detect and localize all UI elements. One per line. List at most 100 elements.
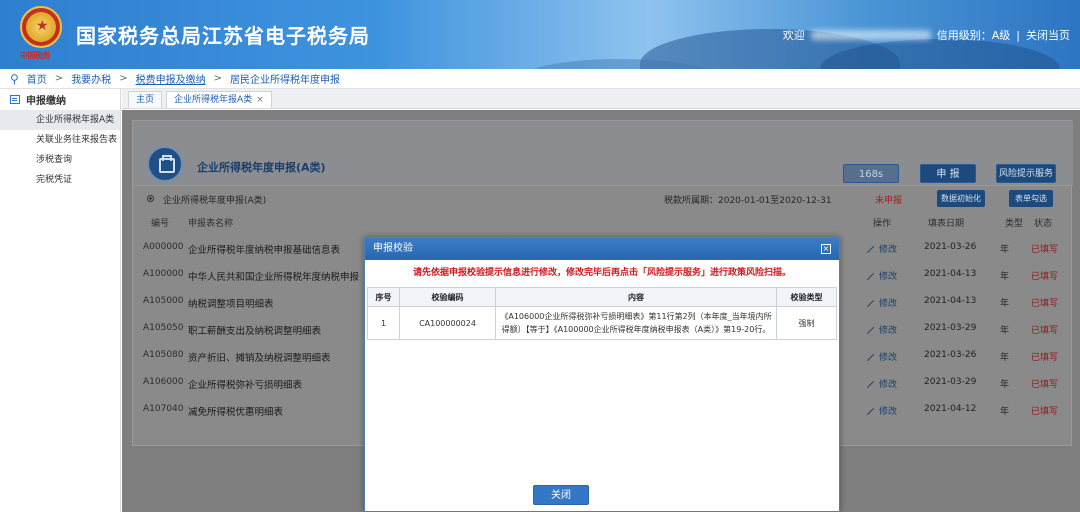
- row-type: 年: [1000, 299, 1010, 309]
- edit-label: 修改: [879, 380, 898, 390]
- row-date: 2021-03-29: [924, 377, 977, 387]
- risk-alert-service-button[interactable]: 风险提示服务: [996, 164, 1056, 183]
- dialog-message: 请先依据申报校验提示信息进行修改，修改完毕后再点击「风险提示服务」进行政策风险扫…: [412, 268, 791, 278]
- sidebar-item-annual-a[interactable]: 企业所得税年报A类: [0, 110, 120, 130]
- tab-label: 企业所得税年报A类: [174, 95, 253, 105]
- row-date: 2021-04-13: [924, 296, 977, 306]
- declare-button[interactable]: 申 报: [920, 164, 976, 183]
- row-type: 年: [1000, 272, 1010, 282]
- row-type: 年: [1000, 407, 1010, 417]
- breadcrumb-declare-pay[interactable]: 税费申报及缴纳: [136, 71, 206, 86]
- row-type: 年: [1000, 380, 1010, 390]
- validation-content: 《A106000企业所得税弥补亏损明细表》第11行第2列（本年度_当年境内所得额…: [495, 306, 777, 340]
- breadcrumb-home[interactable]: 首页: [27, 71, 47, 86]
- col-type: 校验类型: [776, 287, 837, 307]
- row-status: 已填写: [1031, 299, 1059, 309]
- sidebar-item-tax-certificate[interactable]: 完税凭证: [0, 170, 120, 190]
- col-no: 序号: [367, 287, 400, 307]
- welcome-text: 欢迎: [782, 29, 805, 42]
- tax-period: 税款所属期：2020-01-01至2020-12-31: [664, 196, 832, 206]
- row-name[interactable]: 企业所得税弥补亏损明细表: [188, 377, 302, 391]
- column-header-type: 类型: [1005, 219, 1024, 229]
- row-code: A107040: [143, 404, 184, 414]
- data-init-button[interactable]: 数据初始化: [937, 190, 985, 207]
- header-separator: |: [1016, 28, 1020, 42]
- row-edit-link[interactable]: 修改: [866, 377, 897, 390]
- column-header-status: 状态: [1034, 219, 1053, 229]
- pencil-icon: [866, 245, 875, 254]
- close-page-link[interactable]: 关闭当页: [1026, 27, 1070, 43]
- row-edit-link[interactable]: 修改: [866, 323, 897, 336]
- tab-home[interactable]: 主页: [128, 91, 163, 108]
- row-name[interactable]: 纳税调整项目明细表: [188, 296, 274, 310]
- validation-type: 强制: [776, 306, 837, 340]
- table-header: 编号 申报表名称 操作 填表日期 类型 状态: [133, 212, 1073, 230]
- list-icon: [10, 95, 20, 104]
- pencil-icon: [866, 326, 875, 335]
- row-date: 2021-04-12: [924, 404, 977, 414]
- row-date: 2021-03-29: [924, 323, 977, 333]
- row-name[interactable]: 减免所得税优惠明细表: [188, 404, 283, 418]
- col-content: 内容: [495, 287, 777, 307]
- form-type-label: 企业所得税年度申报(A类): [163, 196, 267, 206]
- breadcrumb-tax-handling[interactable]: 我要办税: [71, 71, 111, 86]
- col-code: 校验编码: [399, 287, 496, 307]
- site-title: 国家税务总局江苏省电子税务局: [76, 24, 370, 48]
- site-header: ★ 中国税务 国家税务总局江苏省电子税务局 欢迎 信用级别：A级 | 关闭当页: [0, 0, 1080, 69]
- breadcrumb-current: 居民企业所得税年度申报: [229, 75, 340, 86]
- pencil-icon: [866, 407, 875, 416]
- edit-label: 修改: [879, 299, 898, 309]
- row-edit-link[interactable]: 修改: [866, 242, 897, 255]
- sidebar-header[interactable]: 申报缴纳: [0, 89, 120, 110]
- row-status: 已填写: [1031, 380, 1059, 390]
- column-header-code: 编号: [151, 219, 170, 229]
- breadcrumb-separator: >: [119, 73, 128, 84]
- row-edit-link[interactable]: 修改: [866, 269, 897, 282]
- row-code: A105000: [143, 296, 184, 306]
- form-select-button[interactable]: 表单勾选: [1009, 190, 1053, 207]
- breadcrumb-separator: >: [54, 73, 64, 84]
- row-name[interactable]: 职工薪酬支出及纳税调整明细表: [188, 323, 321, 337]
- panel-header: 企业所得税年度申报(A类) 168s 申 报 风险提示服务: [133, 121, 1073, 186]
- close-icon[interactable]: ×: [821, 244, 831, 254]
- row-status: 已填写: [1031, 326, 1059, 336]
- countdown-timer: 168s: [843, 164, 899, 183]
- row-edit-link[interactable]: 修改: [866, 296, 897, 309]
- row-date: 2021-03-26: [924, 350, 977, 360]
- edit-label: 修改: [879, 272, 898, 282]
- tab-close-icon[interactable]: ×: [256, 95, 264, 105]
- row-status: 已填写: [1031, 245, 1059, 255]
- emblem-caption: 中国税务: [20, 51, 51, 60]
- validation-no: 1: [367, 306, 400, 340]
- validation-dialog: 申报校验 × 请先依据申报校验提示信息进行修改，修改完毕后再点击「风险提示服务」…: [364, 237, 840, 512]
- dialog-close-button[interactable]: 关闭: [533, 485, 589, 505]
- username-redacted: [810, 30, 931, 40]
- row-code: A100000: [143, 269, 184, 279]
- row-edit-link[interactable]: 修改: [866, 404, 897, 417]
- row-type: 年: [1000, 245, 1010, 255]
- row-type: 年: [1000, 326, 1010, 336]
- sidebar-item-related-party[interactable]: 关联业务往来报告表: [0, 130, 120, 150]
- edit-label: 修改: [879, 407, 898, 417]
- row-date: 2021-03-26: [924, 242, 977, 252]
- row-edit-link[interactable]: 修改: [866, 350, 897, 363]
- edit-label: 修改: [879, 245, 898, 255]
- row-name[interactable]: 资产折旧、摊销及纳税调整明细表: [188, 350, 331, 364]
- sidebar-item-tax-query[interactable]: 涉税查询: [0, 150, 120, 170]
- location-pin-icon: ⚲: [10, 71, 19, 86]
- row-status: 已填写: [1031, 272, 1059, 282]
- column-header-action: 操作: [873, 219, 892, 229]
- sidebar-title: 申报缴纳: [26, 96, 66, 107]
- tab-annual-a[interactable]: 企业所得税年报A类 ×: [166, 91, 272, 108]
- sidebar: 申报缴纳 企业所得税年报A类 关联业务往来报告表 涉税查询 完税凭证: [0, 89, 121, 512]
- user-bar: 欢迎 信用级别：A级 | 关闭当页: [783, 27, 1070, 43]
- validation-table-header: 序号 校验编码 内容 校验类型: [367, 287, 837, 307]
- pencil-icon: [866, 272, 875, 281]
- briefcase-icon: [147, 146, 183, 182]
- row-name[interactable]: 中华人民共和国企业所得税年度纳税申报: [188, 269, 359, 283]
- credit-level: 信用级别：A级: [936, 29, 1011, 42]
- form-type-radio[interactable]: [147, 195, 154, 202]
- row-type: 年: [1000, 353, 1010, 363]
- row-name[interactable]: 企业所得税年度纳税申报基础信息表: [188, 242, 340, 256]
- row-status: 已填写: [1031, 353, 1059, 363]
